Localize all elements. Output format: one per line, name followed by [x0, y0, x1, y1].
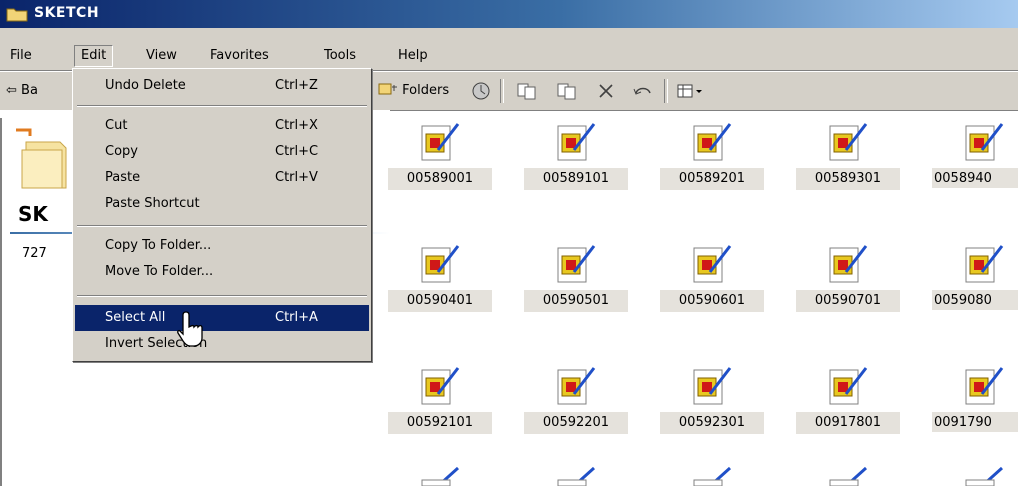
history-icon[interactable]	[470, 81, 492, 101]
menu-bar: File Edit View Favorites Tools Help	[0, 28, 1018, 71]
file-item[interactable]: 00589201	[660, 116, 770, 190]
file-item[interactable]: 00589101	[524, 116, 634, 190]
file-name: 00917801	[796, 412, 900, 434]
file-item[interactable]: 00592301	[660, 360, 770, 434]
paint-file-icon	[829, 245, 868, 283]
copy-to-icon[interactable]	[556, 81, 578, 101]
file-name: 00592201	[524, 412, 628, 434]
folders-button-label: Folders	[402, 83, 450, 98]
file-name: 0058940	[932, 168, 1018, 188]
back-button[interactable]: ⇦ Ba	[6, 81, 38, 101]
views-icon[interactable]	[676, 81, 706, 101]
undo-icon[interactable]	[632, 81, 654, 101]
menu-item-select-all[interactable]: Select All Ctrl+A	[75, 305, 369, 331]
paint-file-icon	[693, 367, 732, 405]
paint-file-icon	[693, 123, 732, 161]
paint-file-icon	[965, 245, 1004, 283]
file-item[interactable]: 00917801	[796, 360, 906, 434]
paint-file-icon	[557, 367, 596, 405]
file-name: 00589201	[660, 168, 764, 190]
file-name: 00589001	[388, 168, 492, 190]
file-name: 00590701	[796, 290, 900, 312]
menu-item-invert-selection[interactable]: Invert Selection	[75, 331, 369, 357]
menu-tools[interactable]: Tools	[318, 46, 362, 66]
toolbar-separator	[664, 79, 668, 103]
file-item[interactable]: 00592201	[524, 360, 634, 434]
paint-file-icon	[557, 466, 596, 486]
paint-file-icon	[421, 367, 460, 405]
file-name: 00589301	[796, 168, 900, 190]
paint-file-icon	[557, 245, 596, 283]
move-to-icon[interactable]	[516, 81, 538, 101]
file-name: 0059080	[932, 290, 1018, 310]
file-name: 00590601	[660, 290, 764, 312]
file-item[interactable]: 00589301	[796, 116, 906, 190]
paint-file-icon	[421, 123, 460, 161]
file-name: 00592301	[660, 412, 764, 434]
folders-icon	[378, 83, 397, 95]
menu-help[interactable]: Help	[392, 46, 434, 66]
toolbar-separator	[500, 79, 504, 103]
file-item[interactable]: 0091790	[932, 360, 1018, 432]
menu-view[interactable]: View	[140, 46, 183, 66]
menu-item-cut[interactable]: Cut Ctrl+X	[75, 113, 369, 139]
menu-separator	[77, 295, 367, 297]
menu-file[interactable]: File	[4, 46, 38, 66]
menu-favorites[interactable]: Favorites	[204, 46, 275, 66]
menu-item-paste[interactable]: Paste Ctrl+V	[75, 165, 369, 191]
paint-file-icon	[693, 466, 732, 486]
file-item[interactable]: 0059080	[932, 238, 1018, 310]
hand-cursor-icon	[177, 311, 203, 347]
folder-object-count: 727	[22, 246, 47, 261]
menu-edit[interactable]: Edit	[74, 45, 114, 67]
paint-file-icon	[421, 245, 460, 283]
folders-button[interactable]: Folders	[378, 81, 449, 101]
file-item[interactable]: 00589001	[388, 116, 498, 190]
paint-file-icon	[557, 123, 596, 161]
file-item[interactable]: 00590601	[660, 238, 770, 312]
file-item[interactable]: 00590401	[388, 238, 498, 312]
menu-item-undo-delete[interactable]: Undo Delete Ctrl+Z	[75, 73, 369, 99]
file-name: 00589101	[524, 168, 628, 190]
paint-file-icon	[829, 123, 868, 161]
window-title: SKETCH	[34, 5, 100, 21]
folder-icon	[6, 8, 28, 22]
file-name: 00590501	[524, 290, 628, 312]
paint-file-icon	[965, 367, 1004, 405]
paint-file-icon	[965, 123, 1004, 161]
paint-file-icon	[829, 367, 868, 405]
menu-item-paste-shortcut[interactable]: Paste Shortcut	[75, 191, 369, 217]
file-name: 00592101	[388, 412, 492, 434]
file-name: 0091790	[932, 412, 1018, 432]
pane-border	[0, 118, 12, 486]
title-bar: SKETCH	[0, 0, 1018, 28]
back-button-label: Ba	[21, 83, 38, 98]
file-item[interactable]: 00590501	[524, 238, 634, 312]
delete-icon[interactable]	[596, 81, 616, 101]
menu-separator	[77, 225, 367, 227]
menu-separator	[77, 105, 367, 107]
edit-menu-dropdown: Undo Delete Ctrl+Z Cut Ctrl+X Copy Ctrl+…	[72, 68, 372, 362]
file-item[interactable]: 00592101	[388, 360, 498, 434]
file-item[interactable]: 00590701	[796, 238, 906, 312]
back-arrow-icon: ⇦	[6, 83, 17, 98]
menu-item-copy-to-folder[interactable]: Copy To Folder...	[75, 233, 369, 259]
menu-item-copy[interactable]: Copy Ctrl+C	[75, 139, 369, 165]
paint-file-icon	[965, 466, 1004, 486]
folder-large-icon	[16, 128, 67, 189]
menu-item-move-to-folder[interactable]: Move To Folder...	[75, 259, 369, 285]
paint-file-icon	[693, 245, 732, 283]
file-name: 00590401	[388, 290, 492, 312]
file-item[interactable]: 0058940	[932, 116, 1018, 188]
paint-file-icon	[829, 466, 868, 486]
folder-name: SK	[18, 202, 48, 226]
paint-file-icon	[421, 466, 460, 486]
